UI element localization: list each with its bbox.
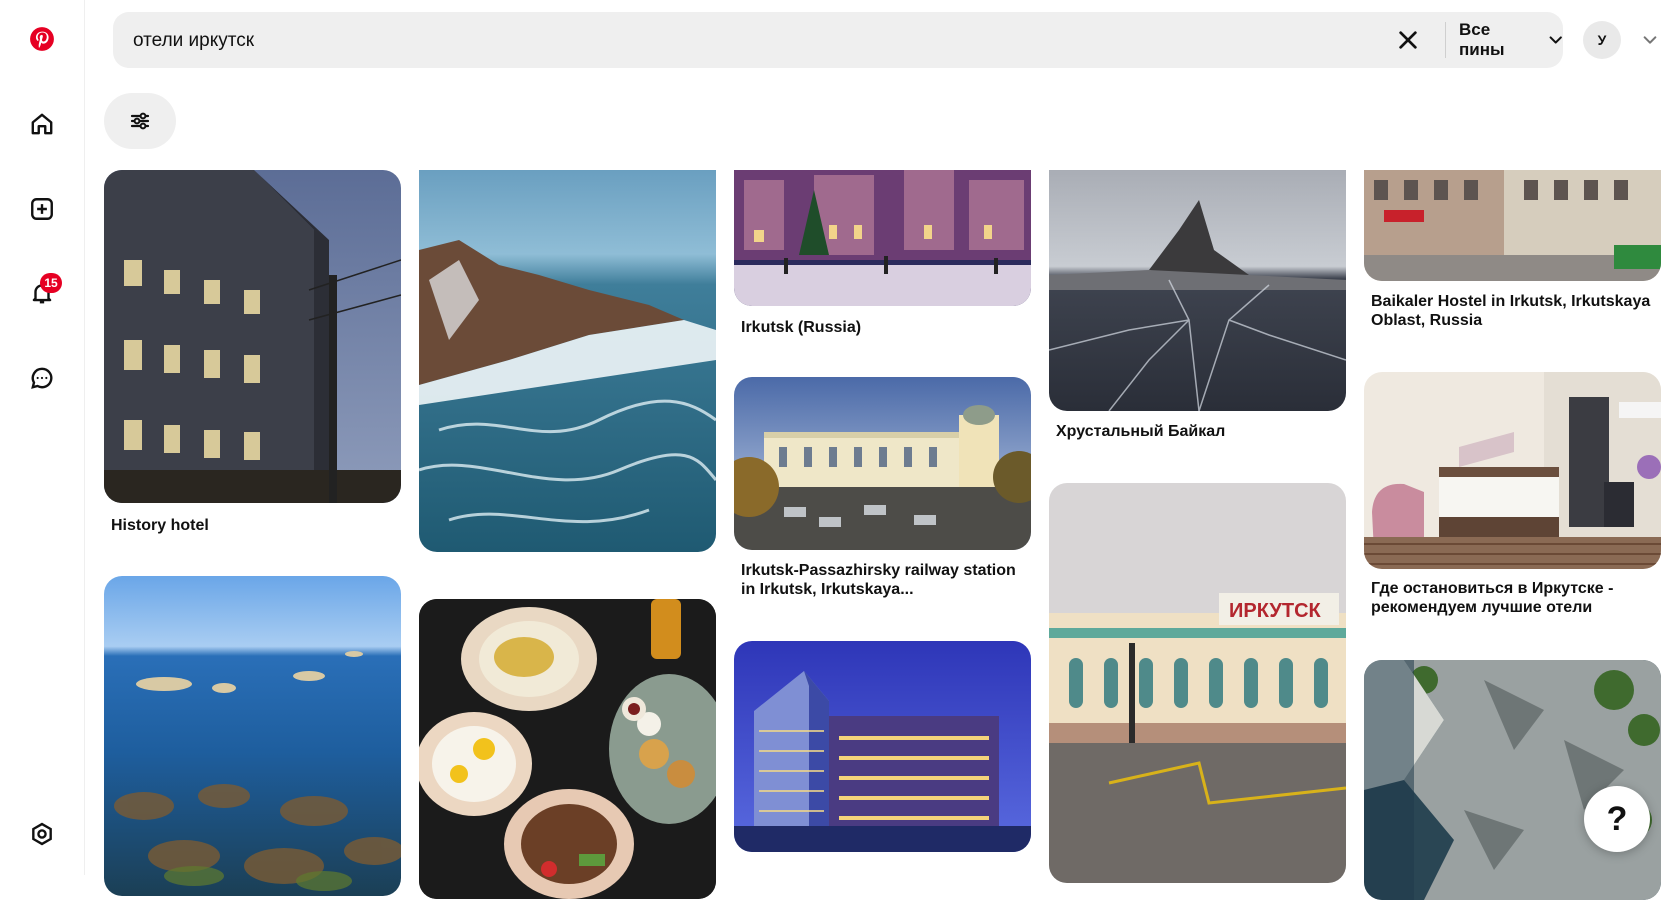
filter-sliders-icon [130, 112, 150, 130]
pin-image [419, 170, 716, 552]
pin-image [104, 576, 401, 896]
pin-card[interactable]: Irkutsk (Russia) [734, 170, 1031, 338]
pin-card[interactable]: Baikaler Hostel in Irkutsk, Irkutskaya O… [1364, 170, 1661, 340]
chevron-down-icon [1643, 36, 1657, 44]
search-input[interactable] [131, 12, 1335, 70]
pin-card[interactable] [104, 576, 401, 896]
help-button[interactable]: ? [1584, 786, 1650, 852]
svg-text:ИРКУТСК: ИРКУТСК [1229, 600, 1322, 622]
pin-title: Baikaler Hostel in Irkutsk, Irkutskaya O… [1371, 293, 1651, 329]
top-header: Все пины У [84, 0, 1680, 168]
pin-card[interactable] [419, 170, 716, 552]
pin-image [734, 170, 1031, 306]
pin-scope-label: Все пины [1459, 20, 1505, 59]
pin-card[interactable] [419, 599, 716, 899]
pin-title: Хрустальный Байкал [1056, 423, 1226, 440]
account-menu-button[interactable] [1638, 28, 1662, 52]
pin-title: History hotel [111, 517, 209, 534]
pin-image [734, 641, 1031, 852]
pin-card[interactable]: Irkutsk-Passazhirsky railway station in … [734, 377, 1031, 607]
create-pin-icon[interactable] [20, 187, 64, 231]
left-nav-rail: 15 [0, 0, 85, 875]
notifications-bell-icon[interactable]: 15 [20, 271, 64, 315]
settings-icon[interactable] [20, 812, 64, 856]
filters-button[interactable] [104, 93, 176, 149]
home-icon[interactable] [20, 102, 64, 146]
pin-card[interactable] [734, 641, 1031, 853]
pin-image: ИРКУТСК [1049, 483, 1346, 883]
pin-image [419, 599, 716, 899]
pin-card[interactable]: Где остановиться в Иркутске - рекомендуе… [1364, 372, 1661, 624]
pin-card[interactable]: ИРКУТСК [1049, 483, 1346, 883]
close-icon [1399, 31, 1417, 49]
pin-image [1049, 170, 1346, 411]
pin-image [1364, 170, 1661, 281]
pin-image [104, 170, 401, 503]
pin-title: Irkutsk (Russia) [741, 319, 862, 336]
messages-icon[interactable] [20, 356, 64, 400]
chevron-down-icon [1549, 36, 1562, 44]
pin-title: Irkutsk-Passazhirsky railway station in … [741, 562, 1016, 598]
pin-card[interactable]: Хрустальный Байкал [1049, 170, 1346, 448]
pin-image [1364, 372, 1661, 569]
pin-card[interactable]: History hotel [104, 170, 401, 540]
pin-title: Где остановиться в Иркутске - рекомендуе… [1371, 580, 1614, 616]
pin-image [734, 377, 1031, 550]
avatar[interactable]: У [1583, 21, 1621, 59]
search-divider [1445, 22, 1446, 58]
notifications-count-badge: 15 [40, 273, 62, 293]
pinterest-logo-icon[interactable] [20, 17, 64, 61]
pin-image [1364, 660, 1661, 900]
search-bar: Все пины [113, 12, 1563, 70]
pin-scope-dropdown[interactable]: Все пины [1459, 12, 1563, 68]
clear-search-button[interactable] [1392, 24, 1424, 56]
